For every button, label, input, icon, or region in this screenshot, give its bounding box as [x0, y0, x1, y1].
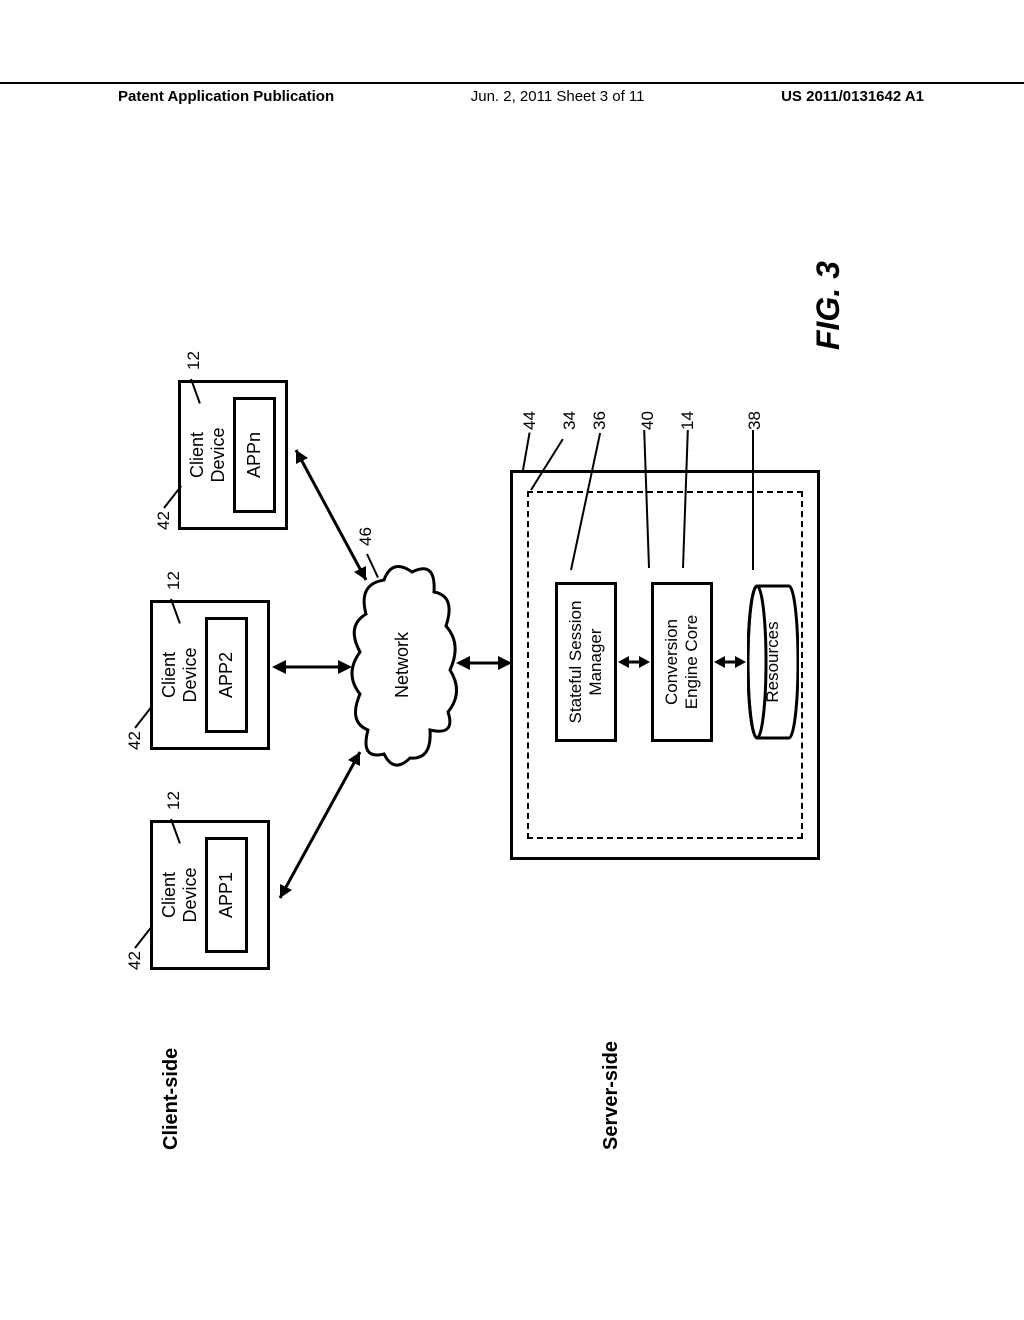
arrow-c1-net [270, 740, 370, 910]
ref-12-c2: 12 [164, 571, 184, 590]
network-label: Network [392, 560, 413, 770]
arrow-c3-net [286, 440, 376, 590]
ref-44: 44 [520, 411, 540, 430]
conversion-engine-core: Conversion Engine Core [651, 582, 713, 742]
client-device-n-app: APPn [233, 397, 276, 513]
ref-12-c1: 12 [164, 791, 184, 810]
client-device-1-app: APP1 [205, 837, 248, 953]
network-cloud: Network [350, 560, 460, 770]
figure-3: Client-side Server-side FIG. 3 Client De… [130, 170, 890, 1170]
arrow-cec-res [713, 652, 747, 672]
ref-40: 40 [638, 411, 658, 430]
client-device-1: Client Device APP1 [150, 820, 270, 970]
lead-38 [752, 430, 754, 570]
arrow-net-server [454, 648, 514, 678]
header-center: Jun. 2, 2011 Sheet 3 of 11 [471, 88, 645, 105]
ref-34: 34 [560, 411, 580, 430]
header-right: US 2011/0131642 A1 [781, 88, 924, 105]
arrow-ssm-cec [617, 652, 651, 672]
ref-42-c2: 42 [125, 731, 145, 750]
lead-44 [522, 432, 531, 470]
client-device-2: Client Device APP2 [150, 600, 270, 750]
client-device-n: Client Device APPn [178, 380, 288, 530]
ref-42-c3: 42 [154, 511, 174, 530]
client-device-2-app: APP2 [205, 617, 248, 733]
server-inner-dashed: Stateful Session Manager Conversion Engi… [527, 491, 803, 839]
stateful-session-manager: Stateful Session Manager [555, 582, 617, 742]
ref-12-c3: 12 [184, 351, 204, 370]
client-device-2-title: Client Device [159, 603, 201, 747]
page-header: Patent Application Publication Jun. 2, 2… [0, 82, 1024, 105]
ref-42-c1: 42 [125, 951, 145, 970]
client-device-n-title: Client Device [187, 383, 229, 527]
ref-38: 38 [745, 411, 765, 430]
figure-page: Client-side Server-side FIG. 3 Client De… [80, 120, 940, 1220]
figure-label: FIG. 3 [810, 261, 847, 350]
client-side-label: Client-side [160, 1048, 183, 1150]
header-left: Patent Application Publication [118, 88, 334, 105]
resources-label: Resources [763, 582, 783, 742]
resources-cylinder: Resources [747, 582, 799, 742]
arrow-c2-net [270, 652, 354, 682]
client-device-1-title: Client Device [159, 823, 201, 967]
server-box: Stateful Session Manager Conversion Engi… [510, 470, 820, 860]
ref-14: 14 [678, 411, 698, 430]
ref-36: 36 [590, 411, 610, 430]
server-side-label: Server-side [600, 1041, 623, 1150]
